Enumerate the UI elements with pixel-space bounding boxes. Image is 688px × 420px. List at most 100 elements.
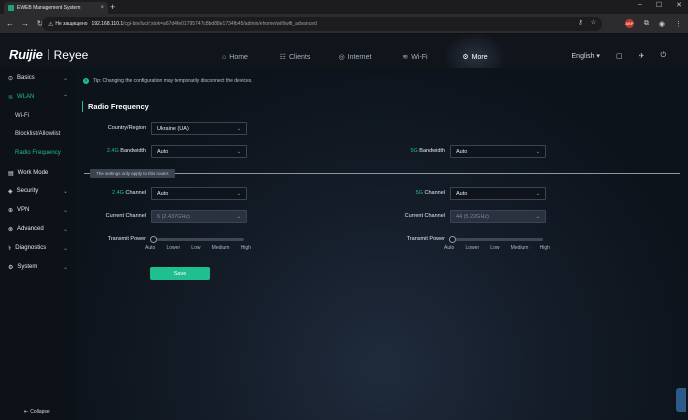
chevron-down-icon: ⌄ <box>62 226 68 233</box>
transmit-power-24-levels: Auto Lower Low Medium High <box>145 245 251 251</box>
bandwidth-24-select[interactable]: Auto ⌄ <box>151 145 247 158</box>
channel-24-label: 2.4G Channel <box>112 190 146 196</box>
chevron-down-icon: ⌄ <box>236 148 241 155</box>
country-select[interactable]: Ukraine (UA) ⌄ <box>151 122 247 135</box>
sidebar-item-basics[interactable]: ⊙ Basics ⌄ <box>0 70 76 86</box>
power-level-label[interactable]: Low <box>490 245 499 251</box>
floating-helper-tab[interactable] <box>676 388 686 412</box>
collapse-button[interactable]: ⇤ Collapse <box>24 409 50 415</box>
tip-banner: ? Tip: Changing the configuration may te… <box>83 78 253 84</box>
transmit-power-5-slider[interactable] <box>449 236 543 243</box>
globe-icon: ◎ <box>338 54 345 61</box>
url-text: 192.168.110.1/cgi-bin/luci/;stok=a67d4fe… <box>91 21 317 27</box>
sidebar-item-system[interactable]: ⚙ System ⌄ <box>0 259 76 275</box>
power-level-label[interactable]: Auto <box>145 245 155 251</box>
sidebar-item-wifi[interactable]: Wi-Fi <box>0 108 76 124</box>
channel-24-select[interactable]: Auto ⌄ <box>151 187 247 200</box>
address-toolbar: ← → ↻ ⚠ Не защищено 192.168.110.1/cgi-bi… <box>0 14 688 34</box>
power-level-label[interactable]: Medium <box>212 245 230 251</box>
minimize-icon[interactable]: – <box>638 1 642 9</box>
logout-icon[interactable]: ⏻ <box>660 52 666 60</box>
chevron-down-icon: ⌄ <box>535 148 540 155</box>
extension-icon[interactable]: ABP <box>624 19 634 28</box>
url-bar[interactable]: ⚠ Не защищено 192.168.110.1/cgi-bin/luci… <box>42 17 602 31</box>
forward-icon[interactable]: → <box>21 19 29 28</box>
key-icon[interactable]: ⚷ <box>578 19 582 26</box>
system-icon: ⚙ <box>8 264 14 271</box>
power-level-label[interactable]: Medium <box>511 245 529 251</box>
save-button[interactable]: Save <box>150 267 210 280</box>
profile-icon[interactable]: ◉ <box>659 20 665 28</box>
logo: Ruijie Reyee <box>9 47 88 62</box>
browser-tab-title: EWEB Management System <box>17 5 81 11</box>
back-icon[interactable]: ← <box>6 19 14 28</box>
sidebar-item-work-mode[interactable]: ▤ Work Mode <box>0 165 76 181</box>
collapse-icon: ⇤ <box>24 409 29 415</box>
new-tab-button[interactable]: + <box>110 2 115 12</box>
tip-text: Tip: Changing the configuration may temp… <box>93 78 253 84</box>
slider-knob[interactable] <box>449 236 456 243</box>
wifi-icon: ≋ <box>402 54 409 61</box>
current-channel-24-label: Current Channel <box>105 213 146 219</box>
extensions-area: ABP ⧉ ◉ ⋮ <box>624 19 682 28</box>
work-mode-icon: ▤ <box>8 170 14 177</box>
advanced-icon: ⊗ <box>8 226 14 233</box>
puzzle-icon[interactable]: ⧉ <box>644 20 649 28</box>
chevron-down-icon: ⌄ <box>62 207 68 214</box>
favicon-icon <box>8 5 14 11</box>
power-level-label[interactable]: Lower <box>166 245 180 251</box>
transmit-power-24-slider[interactable] <box>150 236 244 243</box>
bandwidth-5-label: 5G Bandwidth <box>410 148 445 154</box>
network-setup-icon[interactable]: ✈ <box>639 52 645 60</box>
insecure-badge[interactable]: ⚠ Не защищено <box>48 21 88 28</box>
country-label: Country/Region <box>107 125 146 131</box>
current-channel-24-field: 6 (2.437GHz) ⌄ <box>151 210 247 223</box>
power-level-label[interactable]: High <box>241 245 251 251</box>
maximize-icon[interactable]: ☐ <box>656 1 662 9</box>
close-tab-icon[interactable]: × <box>100 5 104 11</box>
menu-icon[interactable]: ⋮ <box>675 20 682 28</box>
current-channel-5-field: 44 (5.22GHz) ⌄ <box>450 210 546 223</box>
sidebar-item-radio-frequency[interactable]: Radio Frequency <box>0 145 76 161</box>
chevron-down-icon: ⌄ <box>236 190 241 197</box>
shield-icon: ◈ <box>8 188 13 195</box>
power-level-label[interactable]: High <box>540 245 550 251</box>
chevron-down-icon: ⌄ <box>62 75 68 82</box>
transmit-power-5-label: Transmit Power <box>406 236 445 242</box>
chevron-down-icon: ⌄ <box>62 264 68 271</box>
chevron-down-icon: ⌄ <box>535 190 540 197</box>
sidebar-item-security[interactable]: ◈ Security ⌄ <box>0 183 76 199</box>
power-level-label[interactable]: Auto <box>444 245 454 251</box>
chevron-down-icon: ⌄ <box>62 188 68 195</box>
section-title: Radio Frequency <box>82 101 149 112</box>
slider-knob[interactable] <box>150 236 157 243</box>
sidebar-item-wlan[interactable]: ≋ WLAN ⌃ <box>0 89 76 105</box>
language-select[interactable]: English ▾ <box>572 52 600 60</box>
sidebar-item-blocklist[interactable]: Blocklist/Allowlist <box>0 126 76 142</box>
star-icon[interactable]: ☆ <box>591 19 596 26</box>
insecure-label: Не защищено <box>55 21 88 27</box>
main-content <box>76 68 688 420</box>
notification-icon[interactable]: ▢ <box>616 52 623 60</box>
vpn-icon: ⊕ <box>8 207 14 214</box>
sidebar-item-advanced[interactable]: ⊗ Advanced ⌄ <box>0 221 76 237</box>
gear-icon: ⚙ <box>462 54 469 61</box>
bandwidth-5-select[interactable]: Auto ⌄ <box>450 145 546 158</box>
transmit-power-24-label: Transmit Power <box>107 236 146 242</box>
chevron-down-icon: ⌄ <box>535 213 540 220</box>
channel-5-select[interactable]: Auto ⌄ <box>450 187 546 200</box>
close-window-icon[interactable]: ✕ <box>676 1 682 9</box>
current-channel-5-label: Current Channel <box>404 213 445 219</box>
sidebar-item-diagnostics[interactable]: ⚕ Diagnostics ⌄ <box>0 240 76 256</box>
power-level-label[interactable]: Lower <box>465 245 479 251</box>
header-actions: English ▾ ▢ ✈ ⏻ <box>572 52 666 60</box>
logo-divider <box>47 49 49 60</box>
sidebar-item-vpn[interactable]: ⊕ VPN ⌄ <box>0 202 76 218</box>
omnibox-actions: ⚷ ☆ <box>578 19 596 26</box>
browser-tab[interactable]: EWEB Management System × <box>4 2 108 14</box>
brand-logo: Ruijie <box>9 47 43 62</box>
chevron-down-icon: ⌄ <box>62 245 68 252</box>
product-name: Reyee <box>53 47 89 62</box>
home-icon: ⌂ <box>222 53 227 61</box>
power-level-label[interactable]: Low <box>191 245 200 251</box>
